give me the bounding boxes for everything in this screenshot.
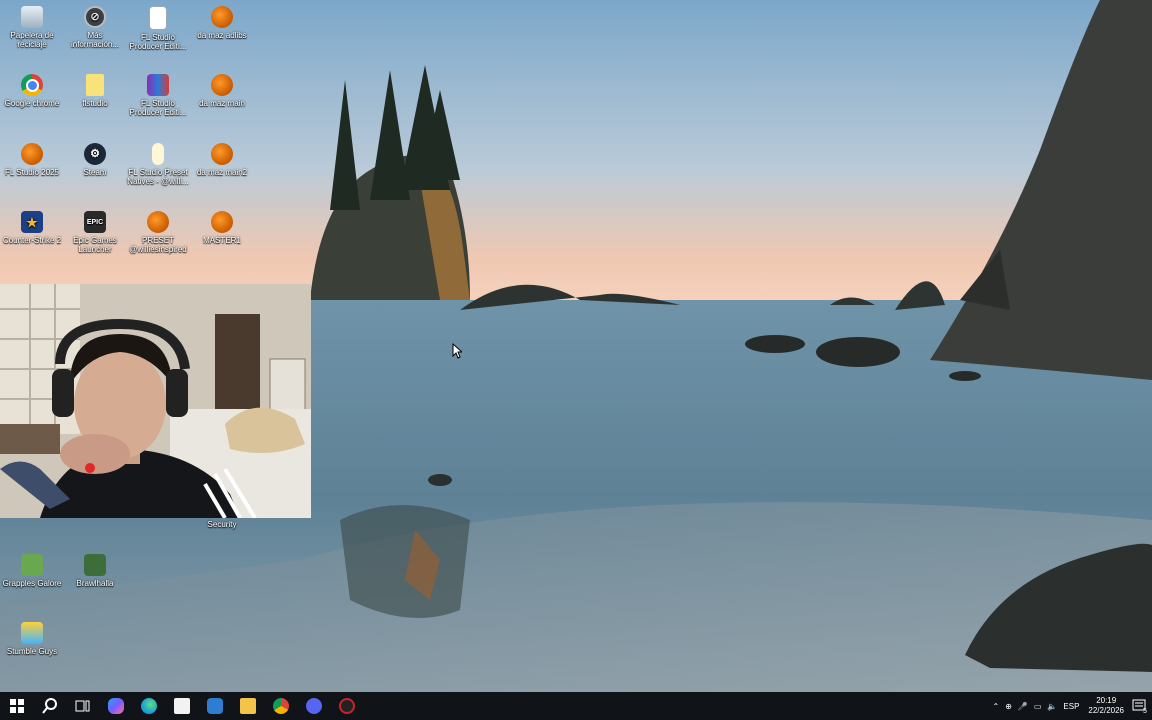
- desktop-icon-label: da maz adlibs: [197, 31, 247, 40]
- desktop-icon-label: Stumble Guys: [6, 647, 58, 656]
- brawlhalla-icon: [84, 554, 106, 576]
- chrome-icon: [272, 698, 289, 714]
- desktop-icon-label: flstudio: [82, 99, 108, 108]
- desktop-icon-label: PRESET @williesinspired: [129, 236, 187, 254]
- discord-icon: [305, 698, 322, 714]
- recycle-bin-icon: [21, 6, 43, 28]
- clock[interactable]: 20:19 22/2/2026: [1082, 696, 1130, 716]
- taskbar-app-obs[interactable]: [330, 692, 363, 720]
- search-button[interactable]: [33, 692, 66, 720]
- desktop-icon-da-maz-adlibs[interactable]: da maz adlibs: [190, 6, 254, 40]
- desktop-icon-label: Papelera de reciclaje: [10, 31, 54, 49]
- desktop-icon-label: Brawlhalla: [76, 579, 114, 588]
- windows-icon: [9, 699, 24, 713]
- microsoft-store-icon: [173, 698, 190, 714]
- taskbar-app-store[interactable]: [165, 692, 198, 720]
- notification-count: 5: [1143, 707, 1147, 715]
- taskbar-app-discord[interactable]: [297, 692, 330, 720]
- fl-studio-icon: [147, 211, 169, 233]
- show-hidden-icons-icon[interactable]: ⌃: [989, 702, 1002, 711]
- desktop-icon-label: da maz main: [199, 99, 245, 108]
- desktop-icon-recycle-bin[interactable]: Papelera de reciclaje: [0, 6, 64, 49]
- fl-studio-icon: [211, 211, 233, 233]
- clock-date: 22/2/2026: [1088, 706, 1124, 715]
- desktop-icon-counter-strike[interactable]: ★ Counter-Strike 2: [0, 211, 64, 245]
- desktop-icon-label: Grapples Galore: [2, 579, 62, 588]
- taskbar-app-copilot[interactable]: [99, 692, 132, 720]
- task-view-icon: [75, 700, 89, 712]
- fl-file-icon: [149, 6, 167, 30]
- desktop-icon-label: Steam: [83, 168, 107, 177]
- desktop-icon-da-maz-main[interactable]: da maz main: [190, 74, 254, 108]
- webcam-feed: [0, 284, 311, 518]
- desktop-icon-security[interactable]: Security: [190, 520, 254, 529]
- desktop-icon-label: Security: [207, 520, 237, 529]
- desktop-icon-label: Más información...: [70, 31, 120, 49]
- obs-icon: [338, 698, 355, 714]
- search-icon: [41, 698, 57, 714]
- fl-studio-icon: [211, 74, 233, 96]
- cs2-icon: ★: [21, 211, 43, 233]
- desktop-icon-label: FL Studio Preset Natives - @willi...: [127, 168, 189, 186]
- steam-icon: ⚙: [84, 143, 106, 165]
- mouse-cursor: [452, 343, 462, 359]
- desktop-icon-stumble-guys[interactable]: Stumble Guys: [0, 622, 64, 656]
- desktop-icon-brawlhalla[interactable]: Brawlhalla: [63, 554, 127, 588]
- task-view-button[interactable]: [66, 692, 99, 720]
- taskbar-app-chrome[interactable]: [264, 692, 297, 720]
- desktop-icon-chrome[interactable]: Google chrome: [0, 74, 64, 108]
- desktop-icon-label: MASTER1: [203, 236, 241, 245]
- epic-games-icon: EPIC: [84, 211, 106, 233]
- fl-preset-icon: [152, 143, 164, 165]
- desktop-icon-epic-games[interactable]: EPIC Epic Games Launcher: [63, 211, 127, 254]
- mail-icon: [206, 698, 223, 714]
- clock-time: 20:19: [1096, 696, 1117, 705]
- desktop-icon-preset[interactable]: PRESET @williesinspired: [126, 211, 190, 254]
- desktop-icon-label: FL Studio Producer Editi...: [129, 33, 187, 51]
- desktop-icon-label: Google chrome: [4, 99, 60, 108]
- edge-icon: [140, 698, 157, 714]
- taskbar-app-edge[interactable]: [132, 692, 165, 720]
- desktop-icon-label: da maz main2: [196, 168, 248, 177]
- desktop-icon-label: FL Studio Producer Editi...: [129, 99, 187, 117]
- desktop-icon-label: Counter-Strike 2: [2, 236, 62, 245]
- winrar-icon: [147, 74, 169, 96]
- file-explorer-icon: [239, 698, 256, 714]
- desktop-icon-more-info[interactable]: ⊘ Más información...: [63, 6, 127, 49]
- microphone-icon[interactable]: 🎤: [1015, 702, 1031, 711]
- desktop-icon-steam[interactable]: ⚙ Steam: [63, 143, 127, 177]
- desktop-icon-fl-producer-archive[interactable]: FL Studio Producer Editi...: [126, 74, 190, 117]
- network-icon[interactable]: ▭: [1031, 702, 1045, 711]
- input-language[interactable]: ESP: [1060, 702, 1082, 711]
- start-button[interactable]: [0, 692, 33, 720]
- taskbar-app-file-explorer[interactable]: [231, 692, 264, 720]
- taskbar: ⌃ ⊕ 🎤 ▭ 🔈 ESP 20:19 22/2/2026 5: [0, 692, 1152, 720]
- folder-icon: [86, 74, 104, 96]
- desktop-icon-grapples-galore[interactable]: Grapples Galore: [0, 554, 64, 588]
- desktop-icon-fl-preset-natives[interactable]: FL Studio Preset Natives - @willi...: [126, 143, 190, 186]
- copilot-icon: [107, 698, 124, 714]
- fl-studio-icon: [21, 143, 43, 165]
- desktop-icon-da-maz-main2[interactable]: da maz main2: [190, 143, 254, 177]
- desktop-icon-label: Epic Games Launcher: [73, 236, 117, 254]
- desktop-icon-fl-studio-2025[interactable]: FL Studio 2025: [0, 143, 64, 177]
- tray-app-icon[interactable]: ⊕: [1002, 702, 1015, 711]
- desktop-icon-master1[interactable]: MASTER1: [190, 211, 254, 245]
- grapples-galore-icon: [21, 554, 43, 576]
- volume-icon[interactable]: 🔈: [1044, 702, 1060, 711]
- taskbar-app-mail[interactable]: [198, 692, 231, 720]
- webcam-overlay: [0, 284, 311, 518]
- notification-center-button[interactable]: 5: [1130, 692, 1152, 720]
- desktop-icon-flstudio-folder[interactable]: flstudio: [63, 74, 127, 108]
- desktop-icon-label: FL Studio 2025: [5, 168, 59, 177]
- fl-studio-icon: [211, 143, 233, 165]
- stumble-guys-icon: [21, 622, 43, 644]
- desktop-icon-fl-producer-file[interactable]: FL Studio Producer Editi...: [126, 6, 190, 51]
- fl-studio-icon: [211, 6, 233, 28]
- chrome-icon: [21, 74, 43, 96]
- info-icon: ⊘: [84, 6, 106, 28]
- system-tray: ⌃ ⊕ 🎤 ▭ 🔈 ESP 20:19 22/2/2026 5: [989, 692, 1152, 720]
